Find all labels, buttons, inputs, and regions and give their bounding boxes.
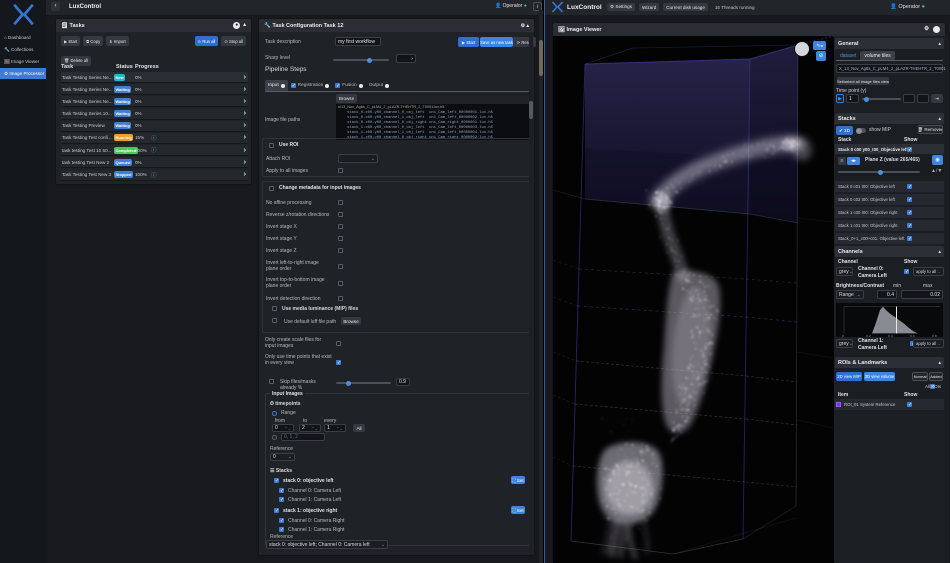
- svg-text:0: 0: [842, 334, 844, 337]
- svg-text:0.4: 0.4: [888, 334, 893, 337]
- svg-text:0.6: 0.6: [910, 334, 915, 337]
- svg-text:0.2: 0.2: [866, 334, 871, 337]
- svg-text:0.8: 0.8: [932, 334, 937, 337]
